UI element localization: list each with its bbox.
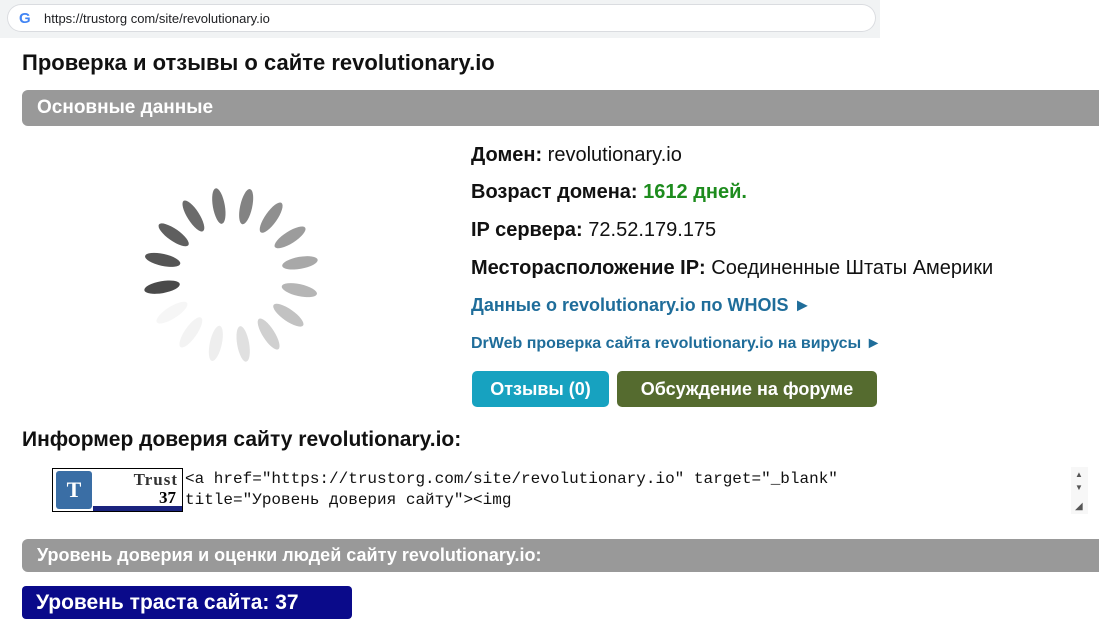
address-bar[interactable]: G https://trustorg com/site/revolutionar…	[7, 4, 876, 32]
section-header-trust: Уровень доверия и оценки людей сайту rev…	[22, 539, 1099, 572]
informer-code-textarea[interactable]: <a href="https://trustorg.com/site/revol…	[185, 467, 1088, 516]
spinner-petal	[179, 317, 203, 348]
drweb-link[interactable]: DrWeb проверка сайта revolutionary.io на…	[471, 335, 881, 353]
badge-underline	[93, 506, 182, 511]
server-ip-label: IP сервера:	[471, 219, 583, 241]
scroll-down-arrow-icon[interactable]: ▼	[1075, 483, 1083, 492]
spinner-petal	[182, 200, 205, 232]
badge-trust-word: Trust	[133, 470, 178, 489]
spinner-petal	[156, 301, 188, 324]
domain-row: Домен: revolutionary.io	[471, 144, 682, 167]
spinner-petal	[212, 188, 226, 224]
spinner-petal	[208, 325, 223, 361]
spinner-petal	[257, 318, 280, 350]
spinner-petal	[144, 280, 180, 294]
browser-toolbar: G https://trustorg com/site/revolutionar…	[0, 0, 880, 38]
badge-trust-value: 37	[159, 488, 176, 507]
whois-link[interactable]: Данные о revolutionary.io по WHOIS ►	[471, 295, 811, 316]
spinner-petal	[282, 256, 318, 270]
server-ip-row: IP сервера: 72.52.179.175	[471, 219, 716, 242]
spinner-petal	[259, 202, 283, 233]
domain-label: Домен:	[471, 144, 543, 166]
ip-location-row: Месторасположение IP: Соединенные Штаты …	[471, 257, 993, 280]
forum-discussion-button[interactable]: Обсуждение на форуме	[617, 371, 877, 407]
spinner-petal	[274, 226, 306, 249]
ip-location-value: Соединенные Штаты Америки	[711, 257, 994, 279]
spinner-petal	[236, 326, 250, 362]
informer-title: Информер доверия сайту revolutionary.io:	[22, 428, 462, 451]
trust-informer-badge[interactable]: T Trust 37	[52, 468, 183, 512]
code-scrollbar[interactable]: ▲ ▼ ◢	[1071, 467, 1088, 514]
domain-age-row: Возраст домена: 1612 дней.	[471, 181, 747, 204]
section-header-main: Основные данные	[22, 90, 1099, 126]
site-trust-level-badge: Уровень траста сайта: 37	[22, 586, 352, 619]
spinner-petal	[273, 303, 304, 327]
domain-value: revolutionary.io	[547, 144, 682, 166]
google-icon: G	[19, 10, 31, 27]
domain-age-value: 1612 дней.	[643, 181, 747, 203]
spinner-petal	[239, 189, 254, 225]
spinner-petal	[158, 223, 189, 247]
resize-grip-icon[interactable]: ◢	[1075, 501, 1083, 512]
code-line-2: title="Уровень доверия сайту"><img	[185, 491, 512, 509]
spinner-petal	[145, 252, 181, 267]
domain-age-label: Возраст домена:	[471, 181, 638, 203]
scroll-up-arrow-icon[interactable]: ▲	[1075, 470, 1083, 479]
reviews-button[interactable]: Отзывы (0)	[472, 371, 609, 407]
server-ip-value: 72.52.179.175	[588, 219, 717, 241]
trust-shield-logo-icon: T	[56, 471, 92, 509]
code-line-1: <a href="https://trustorg.com/site/revol…	[185, 470, 838, 488]
page-title: Проверка и отзывы о сайте revolutionary.…	[22, 50, 495, 75]
ip-location-label: Месторасположение IP:	[471, 257, 706, 279]
loading-spinner-icon	[144, 188, 318, 362]
url-text[interactable]: https://trustorg com/site/revolutionary.…	[44, 11, 270, 26]
spinner-petal	[281, 283, 317, 298]
